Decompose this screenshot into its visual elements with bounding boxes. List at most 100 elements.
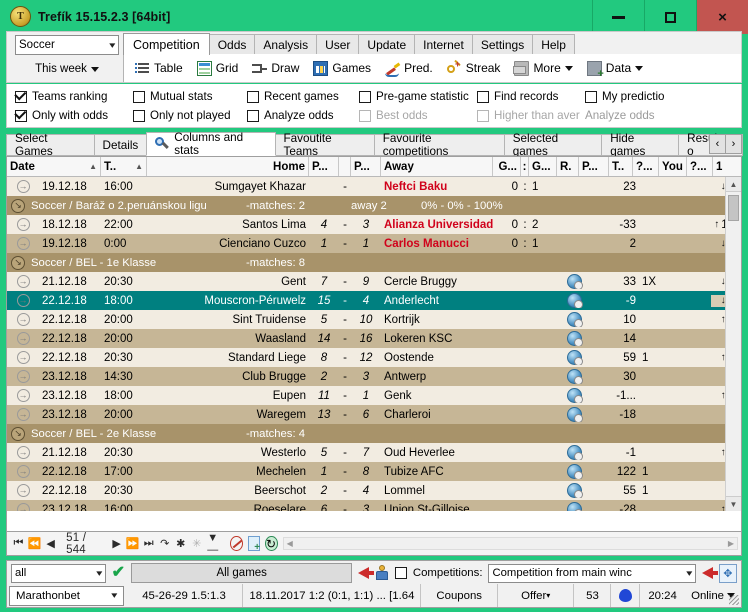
row-expand-icon[interactable]: →: [7, 313, 39, 326]
row-expand-icon[interactable]: →: [7, 351, 39, 364]
table-row[interactable]: →22.12.1820:30Standard Liege8-12Oostende…: [7, 348, 741, 367]
column-header-blank-13[interactable]: ?...: [633, 157, 659, 176]
competitions-checkbox[interactable]: [395, 567, 407, 579]
nav-prev-button[interactable]: ◀: [45, 536, 56, 552]
checkbox-only-not-played[interactable]: Only not played: [133, 109, 231, 122]
ribbon-button-draw[interactable]: Draw: [247, 59, 304, 78]
nav-last-button[interactable]: ⏭: [143, 536, 154, 552]
table-row[interactable]: →22.12.1818:00Mouscron-Péruwelz15-4Ander…: [7, 291, 741, 310]
collapse-icon[interactable]: ↘: [11, 256, 25, 270]
no-entry-icon[interactable]: [230, 536, 243, 551]
table-row[interactable]: →23.12.1820:00Waregem13-6Charleroi-182.5…: [7, 405, 741, 424]
resize-grip[interactable]: [729, 595, 739, 605]
checkbox-analyze-odds[interactable]: Analyze odds: [247, 109, 334, 122]
row-expand-icon[interactable]: →: [7, 484, 39, 497]
nav-prev-page-button[interactable]: ⏪: [29, 536, 40, 552]
ribbon-button-pred[interactable]: Pred.: [380, 59, 438, 78]
row-expand-icon[interactable]: →: [7, 408, 39, 421]
checkbox-teams-ranking[interactable]: Teams ranking: [15, 90, 107, 103]
sub-tab-selected-games[interactable]: Selected games: [504, 134, 603, 156]
checkbox-recent-games[interactable]: Recent games: [247, 90, 339, 103]
move-icon[interactable]: ✥: [719, 564, 737, 583]
nav-filter-button[interactable]: ▼—: [207, 536, 225, 552]
tab-nav-prev[interactable]: ‹: [709, 134, 726, 154]
row-expand-icon[interactable]: →: [7, 370, 39, 383]
ribbon-button-table[interactable]: Table: [130, 59, 188, 78]
column-header-home-2[interactable]: Home: [147, 157, 309, 176]
row-expand-icon[interactable]: →: [7, 218, 39, 231]
table-row[interactable]: →21.12.1820:30Gent7-9Cercle Bruggy331X↓1…: [7, 272, 741, 291]
table-row[interactable]: →22.12.1820:30Beerschot2-4Lommel5511.624…: [7, 481, 741, 500]
column-header-you-14[interactable]: You: [659, 157, 687, 176]
horizontal-scrollbar[interactable]: ◀▶: [283, 537, 738, 550]
group-header-row[interactable]: ↘Soccer / Baráž o 2.peruánskou ligu-matc…: [7, 196, 741, 215]
row-expand-icon[interactable]: →: [7, 389, 39, 402]
green-check-icon[interactable]: ✔: [112, 565, 125, 581]
table-row[interactable]: →23.12.1814:30Club Brugge2-3Antwerp301.6…: [7, 367, 741, 386]
coupons-button[interactable]: Coupons: [421, 584, 498, 607]
all-games-button[interactable]: All games: [131, 563, 352, 583]
ribbon-tab-update[interactable]: Update: [358, 34, 415, 55]
reload-icon[interactable]: ↻: [265, 536, 278, 551]
hscroll-left[interactable]: ◀: [287, 539, 293, 548]
column-header-1-16[interactable]: 1: [713, 157, 742, 176]
sub-tab-hide-games[interactable]: Hide games: [601, 134, 679, 156]
checkbox-pre-game-statistic[interactable]: Pre-game statistic: [359, 90, 469, 103]
column-header-g-7[interactable]: G...: [493, 157, 521, 176]
checkbox-my-predictio[interactable]: My predictio: [585, 90, 665, 103]
column-header-blank-8[interactable]: :: [521, 157, 529, 176]
ribbon-tab-settings[interactable]: Settings: [472, 34, 533, 55]
table-row[interactable]: →19.12.1816:00Sumgayet Khazar-Neftci Bak…: [7, 177, 741, 196]
add-box-icon[interactable]: [248, 536, 261, 551]
nav-refresh-button[interactable]: ↷: [159, 536, 170, 552]
table-row[interactable]: →23.12.1816:00Roeselare6-3Union St-Gillo…: [7, 500, 741, 511]
nav-star-button[interactable]: ✱: [175, 536, 186, 552]
column-header-g-9[interactable]: G...: [529, 157, 557, 176]
ribbon-tab-odds[interactable]: Odds: [209, 34, 256, 55]
nav-next-button[interactable]: ▶: [111, 536, 122, 552]
checkbox-only-with-odds[interactable]: Only with odds: [15, 109, 108, 122]
scroll-up-arrow[interactable]: ▲: [726, 177, 741, 192]
table-row[interactable]: →22.12.1820:00Sint Truidense5-10Kortrijk…: [7, 310, 741, 329]
nav-first-button[interactable]: ⏮: [13, 536, 24, 552]
column-header-blank-4[interactable]: [339, 157, 351, 176]
ribbon-tab-competition[interactable]: Competition: [123, 33, 210, 55]
row-expand-icon[interactable]: →: [7, 180, 39, 193]
sub-tab-favoutite-teams[interactable]: Favoutite Teams: [275, 134, 375, 156]
ribbon-tab-user[interactable]: User: [316, 34, 359, 55]
ribbon-tab-help[interactable]: Help: [532, 34, 575, 55]
sub-tab-columns-and-stats[interactable]: Columns and stats: [146, 132, 275, 156]
hscroll-right[interactable]: ▶: [728, 539, 734, 548]
sub-tab-select-games[interactable]: Select Games: [6, 134, 95, 156]
nav-star-outline-button[interactable]: ✳: [191, 536, 202, 552]
row-expand-icon[interactable]: →: [7, 237, 39, 250]
column-header-t-12[interactable]: T..: [609, 157, 633, 176]
row-expand-icon[interactable]: →: [7, 294, 39, 307]
table-row[interactable]: →23.12.1818:00Eupen11-1Genk-1...↑7.10↑4.…: [7, 386, 741, 405]
ribbon-button-games[interactable]: Games: [308, 59, 376, 78]
column-header-p-5[interactable]: P...: [351, 157, 381, 176]
scroll-thumb[interactable]: [728, 195, 739, 221]
column-header-date-0[interactable]: Date▲: [7, 157, 101, 176]
offer-button[interactable]: Offer▾: [498, 584, 575, 607]
nav-next-page-button[interactable]: ⏩: [127, 536, 138, 552]
row-expand-icon[interactable]: →: [7, 503, 39, 511]
group-header-row[interactable]: ↘Soccer / BEL - 2e Klasse-matches: 4: [7, 424, 741, 443]
ribbon-button-more[interactable]: More: [509, 59, 577, 78]
column-header-p-3[interactable]: P...: [309, 157, 339, 176]
column-header-r-10[interactable]: R.: [557, 157, 579, 176]
row-expand-icon[interactable]: →: [7, 275, 39, 288]
sub-tab-details[interactable]: Details: [94, 134, 148, 156]
row-expand-icon[interactable]: →: [7, 332, 39, 345]
column-header-p-11[interactable]: P...: [579, 157, 609, 176]
row-expand-icon[interactable]: →: [7, 446, 39, 459]
ribbon-button-grid[interactable]: Grid: [192, 59, 244, 78]
group-header-row[interactable]: ↘Soccer / BEL - 1e Klasse-matches: 8: [7, 253, 741, 272]
bookmaker-select[interactable]: Marathonbet ▾: [9, 586, 124, 606]
competitions-select[interactable]: Competition from main winc ▾: [488, 564, 695, 583]
period-button[interactable]: This week: [15, 59, 119, 79]
table-row[interactable]: →22.12.1817:00Mechelen1-8Tubize AFC12211…: [7, 462, 741, 481]
scope-select[interactable]: all ▾: [11, 564, 106, 583]
maximize-button[interactable]: [644, 0, 696, 34]
checkbox-mutual-stats[interactable]: Mutual stats: [133, 90, 213, 103]
